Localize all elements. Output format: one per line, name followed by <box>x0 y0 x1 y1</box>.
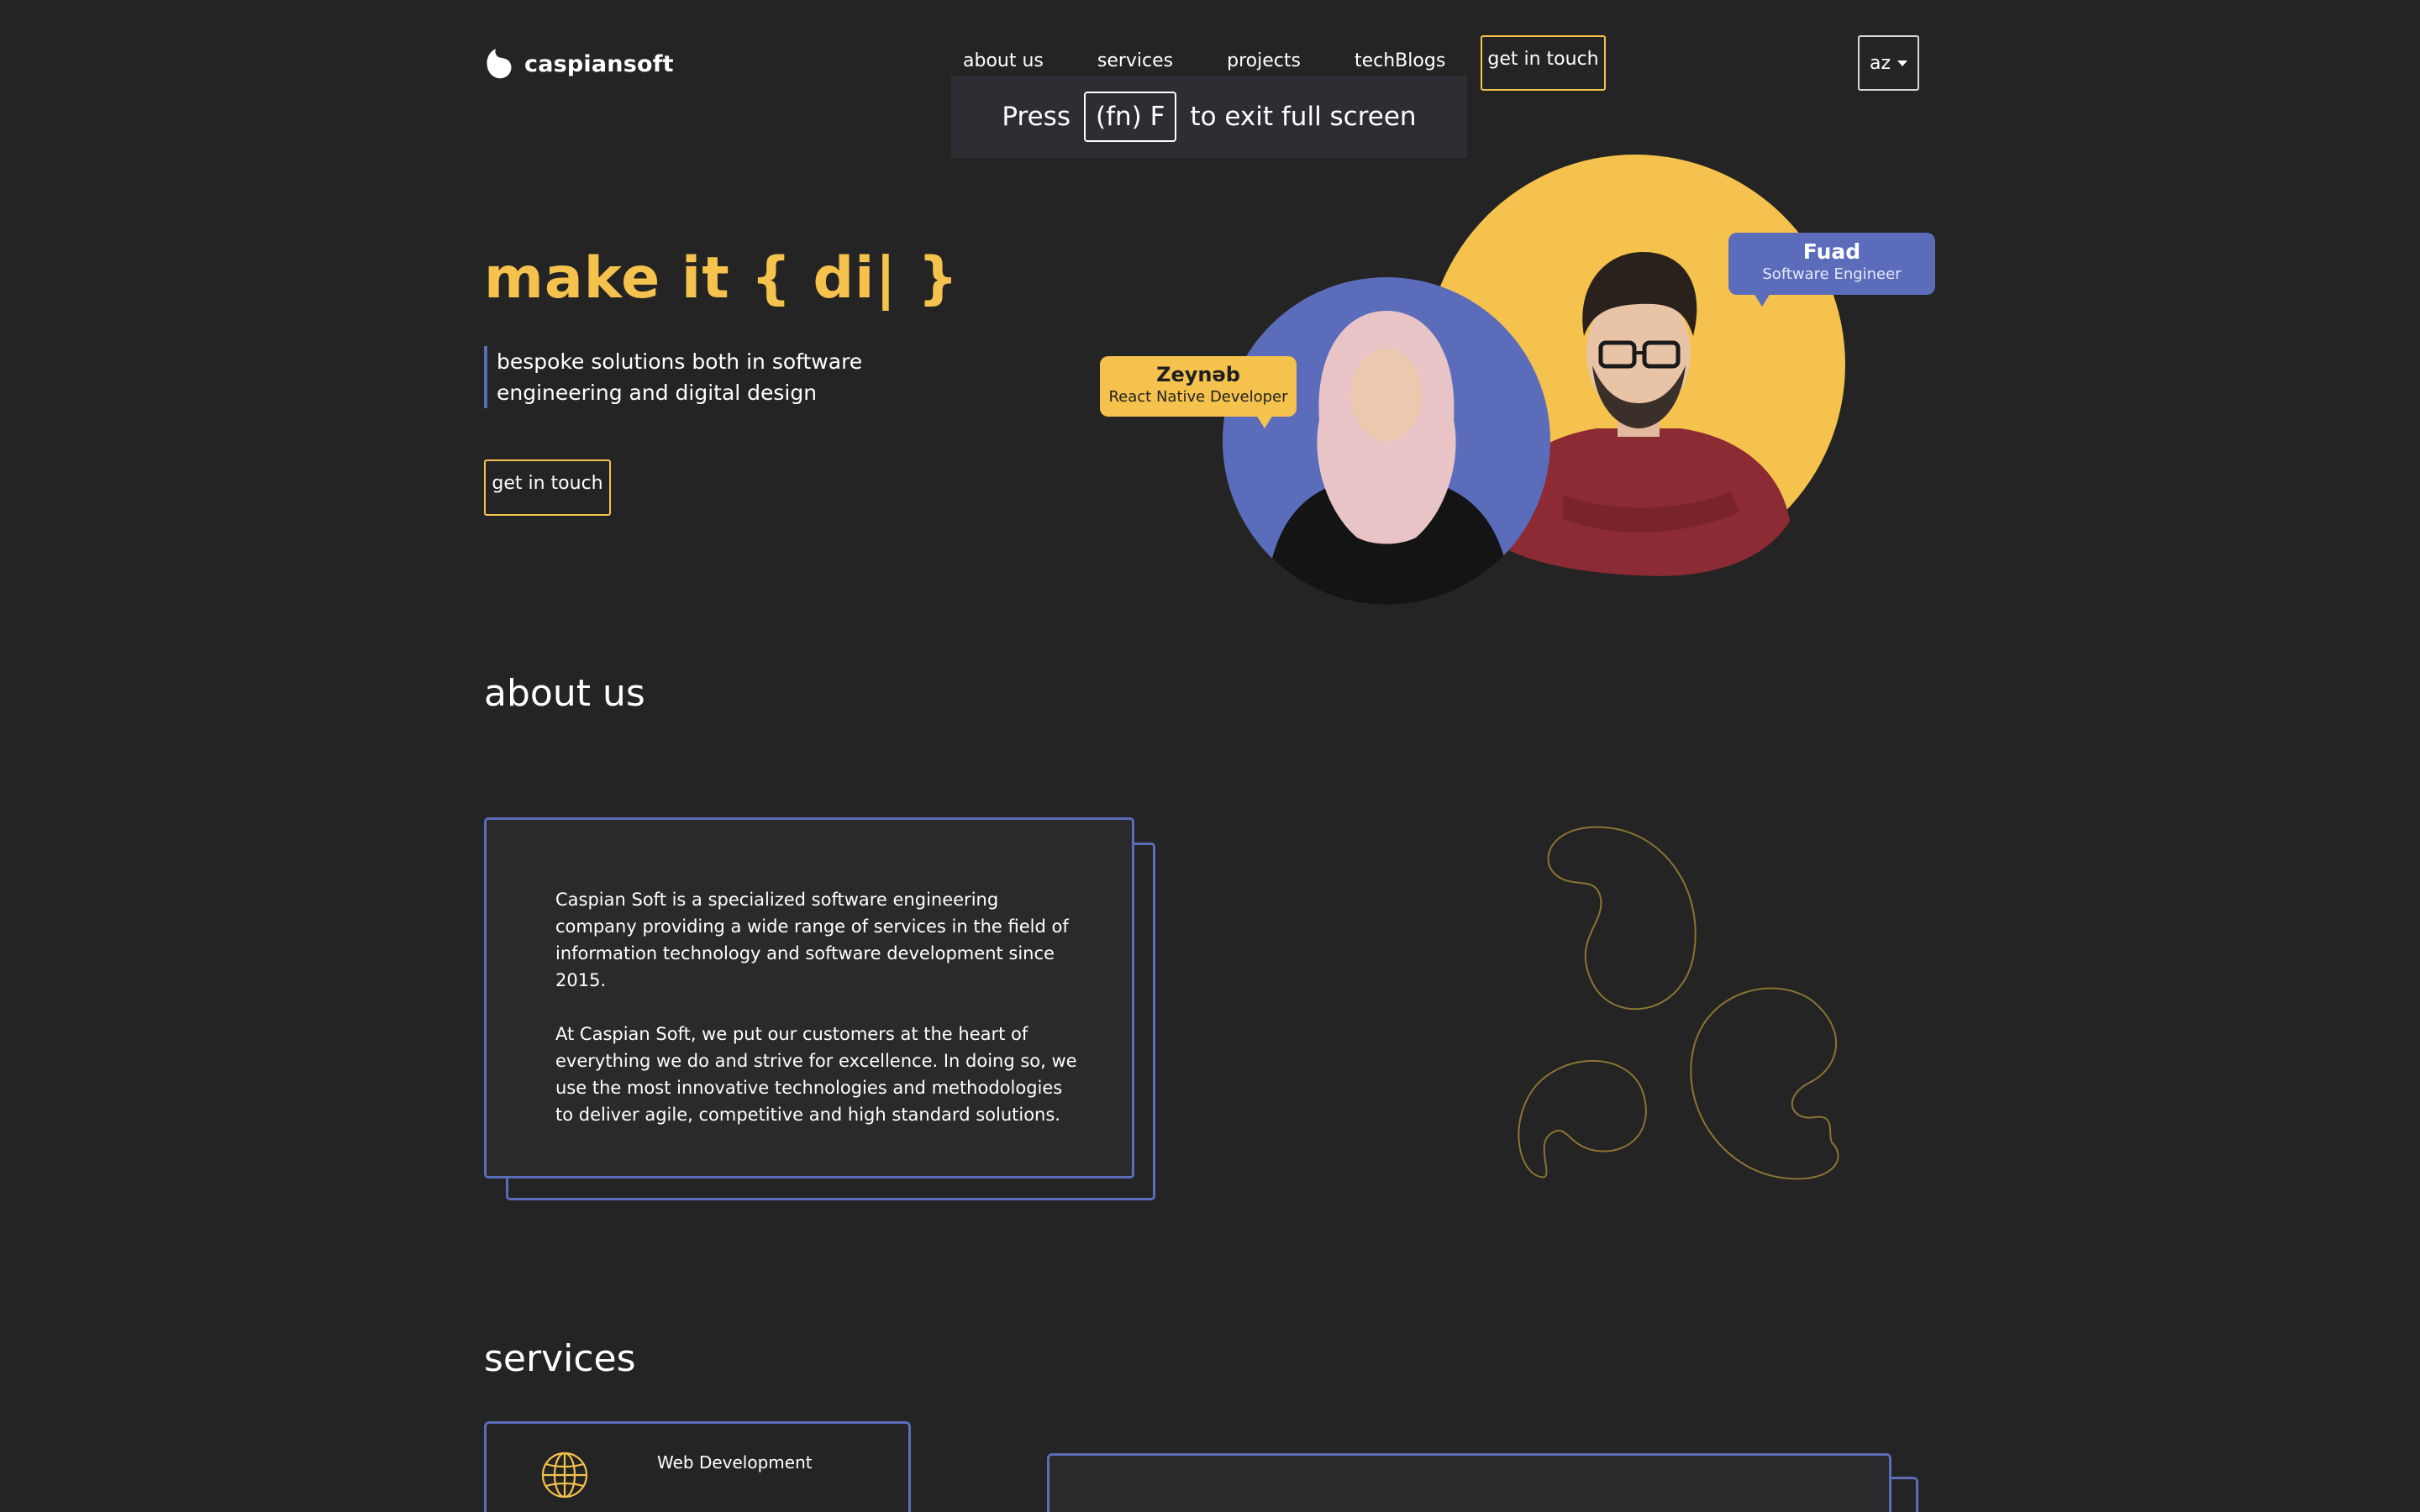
about-paragraph: Caspian Soft is a specialized software e… <box>555 890 1069 990</box>
tag-tail <box>1754 293 1770 307</box>
nav-projects[interactable]: projects <box>1227 50 1301 71</box>
nav-techblogs[interactable]: techBlogs <box>1355 50 1445 71</box>
fullscreen-key: (fn) F <box>1083 92 1177 142</box>
nav-about-us[interactable]: about us <box>963 50 1044 71</box>
hero-subtitle: bespoke solutions both in software engin… <box>484 346 900 408</box>
nav-services[interactable]: services <box>1097 50 1173 71</box>
page: caspiansoft about us services projects t… <box>0 0 2420 1512</box>
fuad-role: Software Engineer <box>1762 265 1902 283</box>
zeynab-role: React Native Developer <box>1108 388 1288 406</box>
about-section-title: about us <box>484 672 645 715</box>
fullscreen-press-text: Press <box>1002 102 1071 132</box>
brand-logo[interactable]: caspiansoft <box>484 47 674 81</box>
services-detail-card <box>1047 1453 1891 1512</box>
service-card-web-development[interactable]: Web Development <box>484 1421 911 1512</box>
chevron-down-icon <box>1897 60 1908 66</box>
decorative-swirl-icon <box>1518 826 1839 1180</box>
fuad-name-tag: Fuad Software Engineer <box>1728 233 1935 307</box>
caspiansoft-logo-icon <box>487 49 512 79</box>
about-paragraph: At Caspian Soft, we put our customers at… <box>555 1024 1077 1125</box>
service-card-label: Web Development <box>657 1452 813 1473</box>
language-value: az <box>1869 52 1891 74</box>
header-get-in-touch-button[interactable]: get in touch <box>1481 35 1606 91</box>
zeynab-name-tag: Zeynəb React Native Developer <box>1100 356 1297 428</box>
main-nav: about us services projects techBlogs <box>963 50 1445 71</box>
fuad-name: Fuad <box>1802 239 1861 264</box>
services-section-title: services <box>484 1337 636 1380</box>
hero-title: make it { di| } <box>484 245 960 312</box>
brand-name: caspiansoft <box>524 50 674 77</box>
language-select[interactable]: az <box>1858 35 1919 91</box>
globe-icon <box>541 1452 588 1499</box>
zeynab-name: Zeynəb <box>1156 363 1240 386</box>
tag-tail <box>1256 415 1273 428</box>
fullscreen-rest-text: to exit full screen <box>1190 102 1417 132</box>
hero-get-in-touch-button[interactable]: get in touch <box>484 459 611 516</box>
about-text: Caspian Soft is a specialized software e… <box>555 886 1081 1155</box>
